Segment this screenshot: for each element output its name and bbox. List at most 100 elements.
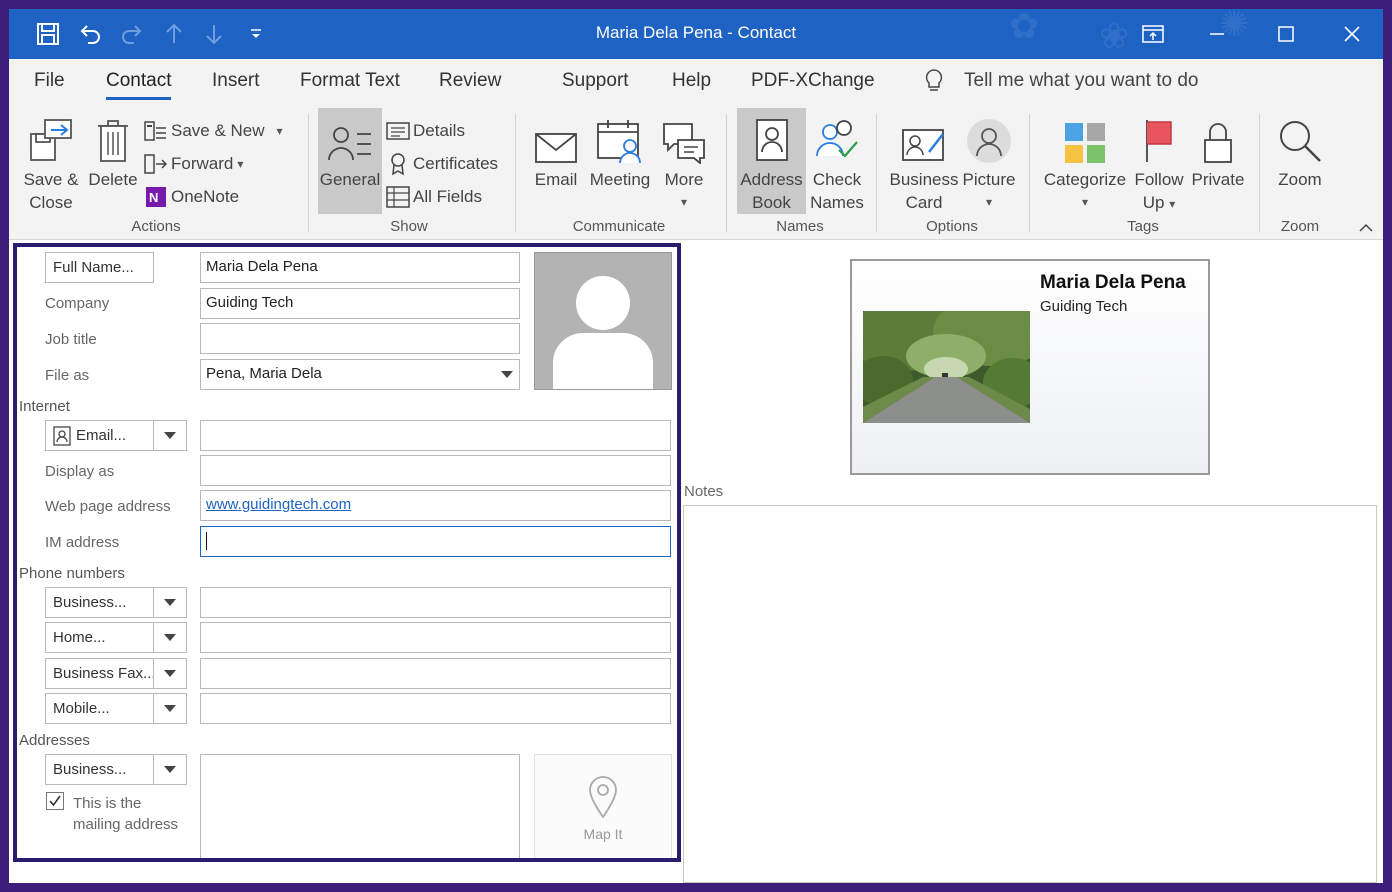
notes-label: Notes: [684, 483, 724, 500]
chevron-down-icon: ▾: [985, 195, 993, 209]
tab-contact[interactable]: Contact: [106, 70, 172, 100]
address-book-button[interactable]: Address Book: [737, 108, 806, 214]
envelope-icon: [529, 108, 583, 168]
check-names-button[interactable]: Check Names: [806, 108, 868, 214]
window-title: Maria Dela Pena - Contact: [595, 23, 797, 42]
save-close-icon: [17, 108, 85, 168]
zoom-button[interactable]: Zoom: [1271, 108, 1329, 191]
job-title-field[interactable]: [200, 323, 520, 354]
tab-support[interactable]: Support: [562, 70, 629, 92]
address-type-dropdown[interactable]: [154, 754, 187, 785]
ribbon: Save & Close Delete Save & New ▾ Forward…: [9, 104, 1383, 240]
phone-type-button-business[interactable]: Business...: [45, 587, 154, 618]
mailing-address-checkbox[interactable]: [46, 792, 64, 810]
email-button[interactable]: Email: [529, 108, 583, 191]
certificates-label: Certificates: [413, 154, 499, 173]
address-field[interactable]: [200, 754, 520, 858]
ribbon-display-options-icon[interactable]: [1133, 17, 1173, 51]
dropdown-arrow-icon: [164, 634, 176, 641]
business-card-preview[interactable]: Maria Dela Pena Guiding Tech: [850, 259, 1210, 475]
onenote-button[interactable]: N OneNote: [143, 182, 239, 212]
ribbon-separator: [1259, 114, 1260, 232]
full-name-field[interactable]: Maria Dela Pena: [200, 252, 520, 283]
notes-field[interactable]: [683, 505, 1377, 883]
im-address-label: IM address: [45, 534, 120, 551]
tab-help[interactable]: Help: [672, 70, 711, 92]
phone-type-button-business-fax[interactable]: Business Fax...: [45, 658, 154, 689]
im-address-field[interactable]: [200, 526, 671, 557]
all-fields-button[interactable]: All Fields: [385, 182, 482, 212]
more-button[interactable]: More ▾: [659, 108, 709, 214]
dropdown-arrow-icon: [164, 599, 176, 606]
tab-pdf-xchange[interactable]: PDF-XChange: [751, 70, 875, 92]
company-field[interactable]: Guiding Tech: [200, 288, 520, 319]
close-button[interactable]: [1332, 17, 1372, 51]
forward-button[interactable]: Forward ▾: [143, 149, 243, 179]
group-label-communicate: Communicate: [572, 218, 666, 235]
map-it-button[interactable]: Map It: [534, 754, 672, 858]
phone-type-dropdown[interactable]: [154, 587, 187, 618]
tab-insert[interactable]: Insert: [212, 70, 260, 92]
delete-button[interactable]: Delete: [85, 108, 141, 191]
all-fields-label: All Fields: [413, 187, 482, 206]
meeting-button[interactable]: Meeting: [586, 108, 654, 191]
phone-field-mobile[interactable]: [200, 693, 671, 724]
follow-up-label-line1: Follow: [1134, 170, 1184, 189]
web-page-field[interactable]: www.guidingtech.com: [200, 490, 671, 521]
lock-icon: [1189, 108, 1247, 168]
email-type-button[interactable]: Email...: [45, 420, 154, 451]
phone-field-home[interactable]: [200, 622, 671, 653]
phone-field-business-fax[interactable]: [200, 658, 671, 689]
phone-type-dropdown[interactable]: [154, 658, 187, 689]
collapse-ribbon-icon[interactable]: [1359, 220, 1373, 238]
save-close-button[interactable]: Save & Close: [17, 108, 85, 214]
tell-me-search[interactable]: Tell me what you want to do: [964, 70, 1198, 92]
picture-button[interactable]: Picture ▾: [959, 108, 1019, 214]
outlook-contact-window: ✿ ❀ ✺ Maria Dela Pena - Contact File Con…: [9, 9, 1383, 883]
business-card-button[interactable]: Business Card: [889, 108, 959, 214]
phone-type-dropdown[interactable]: [154, 622, 187, 653]
addresses-section-label: Addresses: [19, 732, 90, 749]
group-label-actions: Actions: [131, 218, 181, 235]
contact-card-icon: [318, 108, 382, 168]
company-label: Company: [45, 295, 110, 312]
contact-photo[interactable]: [534, 252, 672, 390]
forward-label: Forward: [171, 154, 234, 173]
ribbon-separator: [308, 114, 309, 232]
email-type-dropdown[interactable]: [154, 420, 187, 451]
address-book-label-line2: Book: [752, 193, 791, 212]
details-label: Details: [413, 121, 465, 140]
file-as-select[interactable]: Pena, Maria Dela: [200, 359, 520, 390]
general-button[interactable]: General: [318, 108, 382, 214]
address-book-label-line1: Address: [740, 170, 803, 189]
certificates-button[interactable]: Certificates: [385, 149, 498, 179]
save-new-button[interactable]: Save & New ▾: [143, 116, 283, 146]
web-page-link[interactable]: www.guidingtech.com: [206, 496, 351, 513]
phone-type-dropdown[interactable]: [154, 693, 187, 724]
tab-format-text[interactable]: Format Text: [300, 70, 400, 92]
chevron-down-icon: ▾: [1081, 195, 1089, 209]
tab-file[interactable]: File: [34, 70, 65, 92]
phone-type-button-home[interactable]: Home...: [45, 622, 154, 653]
details-button[interactable]: Details: [385, 116, 465, 146]
minimize-button[interactable]: [1197, 17, 1237, 51]
display-as-field[interactable]: [200, 455, 671, 486]
chevron-down-icon: ▾: [237, 157, 244, 171]
private-button[interactable]: Private: [1189, 108, 1247, 191]
dropdown-arrow-icon: [164, 766, 176, 773]
categorize-button[interactable]: Categorize ▾: [1042, 108, 1128, 214]
mailing-address-label-line2: mailing address: [73, 816, 179, 833]
phone-field-business[interactable]: [200, 587, 671, 618]
business-card-name: Maria Dela Pena: [1040, 272, 1186, 293]
follow-up-button[interactable]: Follow Up ▾: [1131, 108, 1187, 216]
save-close-label-line2: Close: [29, 193, 73, 212]
map-it-label: Map It: [583, 826, 623, 842]
full-name-button[interactable]: Full Name...: [45, 252, 154, 283]
phone-type-button-mobile[interactable]: Mobile...: [45, 693, 154, 724]
ribbon-separator: [876, 114, 877, 232]
address-type-button[interactable]: Business...: [45, 754, 154, 785]
maximize-button[interactable]: [1266, 17, 1306, 51]
tab-review[interactable]: Review: [439, 70, 501, 92]
person-silhouette-icon: [553, 276, 653, 389]
email-field[interactable]: [200, 420, 671, 451]
